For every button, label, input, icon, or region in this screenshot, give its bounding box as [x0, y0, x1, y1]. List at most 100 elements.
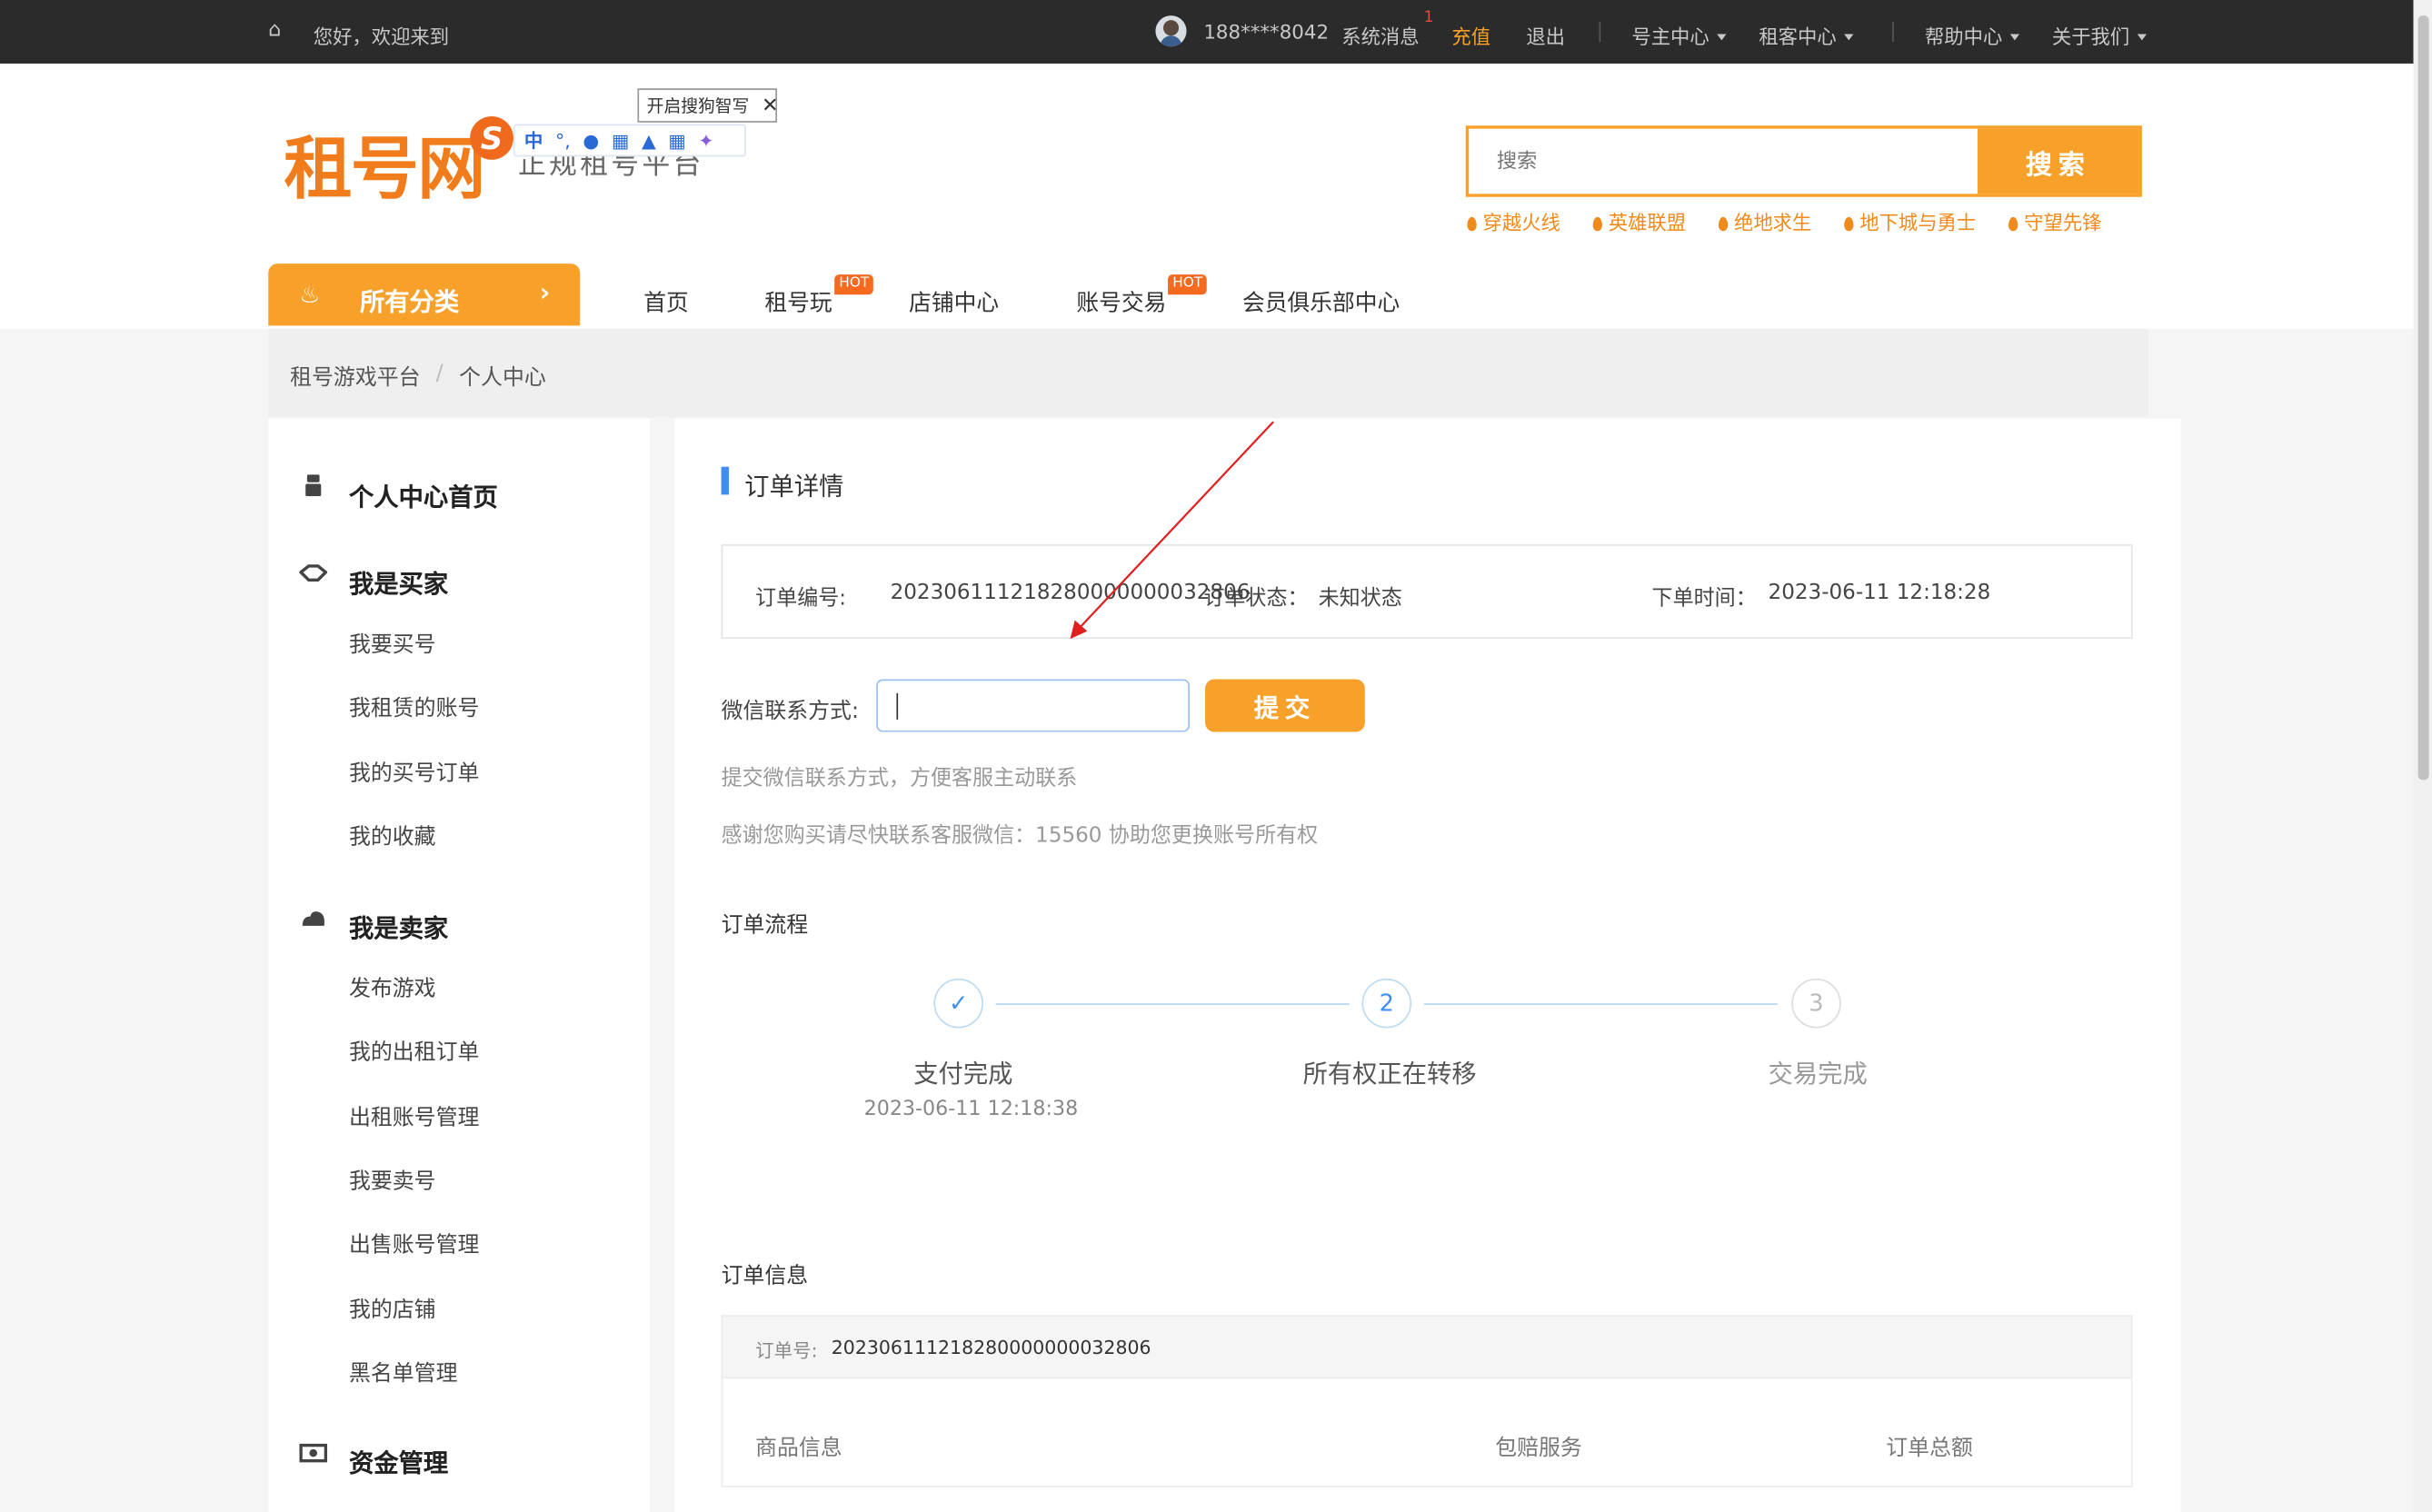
- hot-badge: HOT: [834, 274, 874, 295]
- sidebar-item-home[interactable]: 个人中心首页: [349, 476, 498, 513]
- progress-line: [995, 1003, 1350, 1005]
- ime-tooltip: 开启搜狗智写 ✕: [637, 88, 779, 123]
- avatar[interactable]: [1155, 15, 1187, 47]
- fire-icon: [1592, 216, 1602, 232]
- help-center-menu[interactable]: 帮助中心: [1924, 20, 2020, 49]
- close-icon[interactable]: ✕: [762, 94, 779, 117]
- user-phone[interactable]: 188****8042: [1203, 20, 1329, 44]
- home-icon[interactable]: ⌂: [268, 18, 281, 42]
- sidebar-item-buy-account[interactable]: 我要买号: [349, 628, 436, 659]
- top-bar: ⌂ 您好，欢迎来到 188****8042 系统消息 1 充值 退出 号主中心 …: [0, 0, 2414, 64]
- annotation-arrow-icon: [1070, 421, 1274, 640]
- search-button[interactable]: 搜索: [1977, 128, 2139, 194]
- search-input[interactable]: [1469, 128, 1978, 194]
- sidebar-item-my-rent-orders[interactable]: 我的出租订单: [349, 1036, 479, 1067]
- about-us-menu[interactable]: 关于我们: [2051, 20, 2148, 49]
- ime-tooltip-text: 开启搜狗智写: [646, 95, 750, 116]
- ime-toolbar[interactable]: 中 °, ● ▦ ▲ ▦ ✦: [513, 124, 746, 157]
- ime-mode-indicator[interactable]: 中: [524, 127, 543, 154]
- nav-item-account-trade[interactable]: 账号交易: [1076, 285, 1166, 318]
- renter-center-label: 租客中心: [1759, 25, 1837, 48]
- about-us-label: 关于我们: [2051, 25, 2130, 48]
- main-content: 订单详情 订单编号: 202306111218280000000032806 订…: [674, 418, 2181, 1512]
- breadcrumb-current: 个人中心: [459, 365, 546, 392]
- step-1-time: 2023-06-11 12:18:38: [863, 1098, 1079, 1121]
- sidebar-item-my-rentals[interactable]: 我租赁的账号: [349, 691, 479, 722]
- hot-game-link[interactable]: 地下城与勇士: [1844, 206, 1976, 235]
- nav-item-member-club[interactable]: 会员俱乐部中心: [1242, 285, 1400, 318]
- sidebar-item-publish-game[interactable]: 发布游戏: [349, 972, 436, 1003]
- column-product-info: 商品信息: [755, 1436, 842, 1461]
- help-center-label: 帮助中心: [1924, 25, 2003, 48]
- breadcrumb-root[interactable]: 租号游戏平台: [290, 362, 420, 393]
- fire-icon: [2008, 216, 2018, 232]
- hot-game-link[interactable]: 绝地求生: [1718, 206, 1811, 235]
- sogou-logo-icon[interactable]: S: [470, 115, 513, 160]
- nav-item-shop-center[interactable]: 店铺中心: [909, 285, 999, 318]
- skin-icon[interactable]: ▲: [642, 130, 656, 152]
- wechat-input[interactable]: [876, 679, 1190, 732]
- chevron-right-icon: ›: [539, 277, 551, 307]
- scrollbar-thumb[interactable]: [2417, 15, 2429, 781]
- hot-game-link[interactable]: 守望先锋: [2008, 206, 2102, 235]
- sidebar-group-seller: 我是卖家: [348, 913, 449, 943]
- sidebar-item-blacklist[interactable]: 黑名单管理: [349, 1357, 457, 1388]
- microphone-icon[interactable]: ●: [583, 130, 599, 152]
- punctuation-icon[interactable]: °,: [555, 130, 571, 152]
- scrollbar[interactable]: [2413, 0, 2432, 1512]
- hot-badge: HOT: [1168, 274, 1208, 295]
- hot-game-label: 穿越火线: [1482, 211, 1560, 234]
- keyboard-icon[interactable]: ▦: [612, 130, 629, 152]
- chevron-down-icon: [2137, 34, 2148, 41]
- title-accent: [721, 466, 730, 495]
- site-logo[interactable]: 租号网: [284, 114, 485, 213]
- sidebar-item-favorites[interactable]: 我的收藏: [349, 821, 436, 851]
- money-icon: [299, 1443, 328, 1463]
- order-number-label: 订单编号:: [755, 586, 847, 612]
- all-categories-label: 所有分类: [359, 286, 460, 317]
- fire-icon: [1467, 216, 1477, 232]
- toolbox-icon[interactable]: ▦: [668, 130, 685, 152]
- column-compensation: 包赔服务: [1495, 1436, 1582, 1461]
- system-messages-link[interactable]: 系统消息: [1341, 20, 1419, 49]
- step-1-label: 支付完成: [913, 1059, 1013, 1089]
- progress-line: [1423, 1003, 1778, 1005]
- breadcrumb-separator: /: [435, 361, 444, 386]
- column-order-total: 订单总额: [1886, 1436, 1973, 1461]
- chevron-down-icon: [1844, 34, 1854, 41]
- text-cursor: [896, 692, 899, 720]
- step-3-indicator: 3: [1791, 978, 1841, 1029]
- renter-center-menu[interactable]: 租客中心: [1759, 20, 1854, 49]
- order-time-label: 下单时间：: [1651, 586, 1757, 612]
- hot-game-label: 英雄联盟: [1608, 211, 1687, 234]
- sidebar-item-sell-account[interactable]: 我要卖号: [349, 1165, 436, 1196]
- logout-link[interactable]: 退出: [1526, 20, 1565, 49]
- owner-center-menu[interactable]: 号主中心: [1631, 20, 1727, 49]
- step-1-check-icon: ✓: [933, 978, 984, 1029]
- recharge-link[interactable]: 充值: [1451, 20, 1490, 49]
- sidebar: 个人中心首页 我是买家 我要买号 我租赁的账号 我的买号订单 我的收藏 我是卖家…: [268, 418, 651, 1512]
- order-time-value: 2023-06-11 12:18:28: [1768, 580, 1991, 605]
- order-status-value: 未知状态: [1318, 586, 1402, 612]
- wechat-hint: 提交微信联系方式，方便客服主动联系: [721, 766, 1078, 791]
- sidebar-item-my-shop[interactable]: 我的店铺: [349, 1293, 436, 1324]
- sidebar-item-rent-account-manage[interactable]: 出租账号管理: [349, 1101, 479, 1132]
- nav-item-rent[interactable]: 租号玩: [764, 285, 832, 318]
- ai-icon[interactable]: ✦: [698, 130, 713, 152]
- all-categories-button[interactable]: ♨ 所有分类 ›: [268, 264, 581, 326]
- order-info-title: 订单信息: [721, 1263, 809, 1289]
- submit-button[interactable]: 提交: [1205, 679, 1365, 732]
- step-2-indicator: 2: [1361, 978, 1412, 1029]
- order-summary: 订单编号: 202306111218280000000032806 订单状态： …: [721, 544, 2133, 640]
- sidebar-item-sale-account-manage[interactable]: 出售账号管理: [349, 1228, 479, 1259]
- flow-title: 订单流程: [721, 913, 809, 939]
- welcome-text: 您好，欢迎来到: [313, 25, 450, 48]
- page-title: 订单详情: [744, 471, 844, 502]
- nav-item-home[interactable]: 首页: [643, 285, 688, 318]
- sidebar-item-my-buy-orders[interactable]: 我的买号订单: [349, 757, 479, 788]
- order-info-number-label: 订单号:: [755, 1339, 818, 1362]
- wechat-label: 微信联系方式:: [721, 699, 859, 724]
- hot-game-link[interactable]: 穿越火线: [1467, 206, 1560, 235]
- chevron-down-icon: [2009, 34, 2020, 41]
- hot-game-link[interactable]: 英雄联盟: [1592, 206, 1687, 235]
